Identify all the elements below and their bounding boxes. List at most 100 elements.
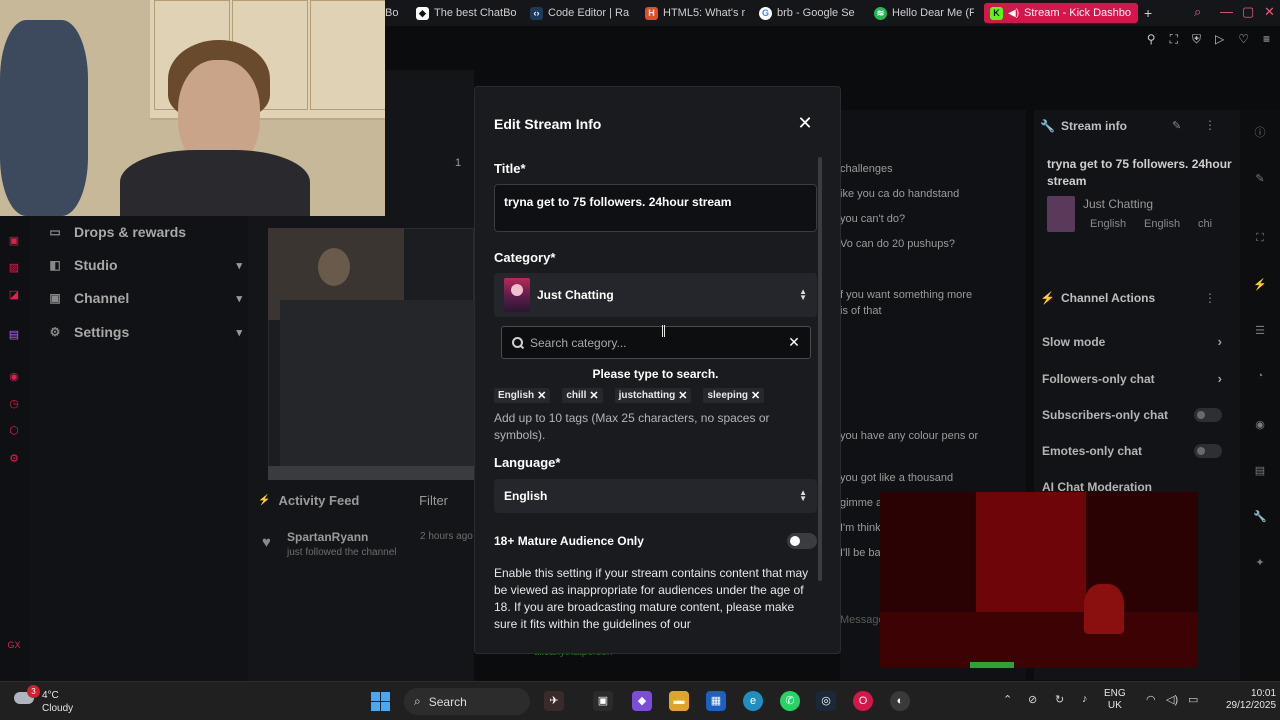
browser-tab[interactable]: H HTML5: What's r xyxy=(645,3,745,23)
channel-icon: ▣ xyxy=(49,291,61,305)
preview-taskbar xyxy=(268,466,474,480)
clear-search-button[interactable]: ✕ xyxy=(784,334,804,351)
maximize-button[interactable]: ▢ xyxy=(1242,4,1254,20)
remove-tag-icon[interactable]: ✕ xyxy=(678,389,687,402)
sidebar-item-settings[interactable]: ⚙ Settings ▾ xyxy=(46,321,242,343)
apps-icon[interactable]: ✦ xyxy=(1253,556,1267,570)
sidebar-item-studio[interactable]: ◧ Studio ▾ xyxy=(46,254,242,276)
pen-icon[interactable]: ✎ xyxy=(1253,172,1267,186)
remove-tag-icon[interactable]: ✕ xyxy=(751,389,760,402)
obs-icon[interactable]: ◐ xyxy=(890,691,910,711)
twitch-icon[interactable]: ▤ xyxy=(7,328,21,342)
game-video-overlay xyxy=(880,492,1198,668)
search-tabs-icon[interactable]: ⌕ xyxy=(1194,4,1201,20)
volume-icon[interactable]: ◁) xyxy=(1166,693,1178,706)
crop-icon[interactable]: ⛶ xyxy=(1253,232,1267,246)
wrench-icon[interactable]: 🔧 xyxy=(1253,510,1267,524)
gx-logo-icon: GX xyxy=(7,640,21,650)
rail-icon-c[interactable]: ◪ xyxy=(7,288,21,302)
preview-screen xyxy=(280,300,474,466)
modal-scrollbar[interactable] xyxy=(818,157,822,581)
settings-icon[interactable]: ⚙ xyxy=(7,452,21,466)
wifi-icon[interactable]: ◠ xyxy=(1146,693,1156,706)
browser-tab[interactable]: ≋ Hello Dear Me (F xyxy=(874,3,974,23)
close-window-button[interactable]: ✕ xyxy=(1264,4,1275,20)
tray-icon-a[interactable]: ⊘ xyxy=(1028,693,1037,706)
subscribers-only-item[interactable]: Subscribers-only chat xyxy=(1042,408,1222,422)
browser-tab[interactable]: ◆ The best ChatBo xyxy=(416,3,516,23)
followers-only-item[interactable]: Followers-only chat › xyxy=(1042,371,1222,386)
category-search-box: ✕ xyxy=(501,326,811,359)
chat-icon[interactable]: ◔ xyxy=(1253,370,1267,384)
subscribers-only-toggle[interactable] xyxy=(1194,408,1222,422)
mature-audience-toggle[interactable] xyxy=(787,533,817,549)
chevron-down-icon: ▾ xyxy=(236,326,242,339)
tray-icon-b[interactable]: ↻ xyxy=(1055,693,1064,706)
list-icon[interactable]: ☰ xyxy=(1253,324,1267,338)
pin-icon[interactable]: ⚲ xyxy=(1147,32,1156,47)
broadcast-icon[interactable]: ◉ xyxy=(1253,418,1267,432)
tag-chip: chill ✕ xyxy=(562,387,603,403)
emotes-only-toggle[interactable] xyxy=(1194,444,1222,458)
ai-moderation-item[interactable]: AI Chat Moderation xyxy=(1042,481,1222,492)
stream-title-input[interactable]: tryna get to 75 followers. 24hour stream xyxy=(494,184,817,232)
whatsapp-icon[interactable]: ✆ xyxy=(780,691,800,711)
bolt-icon[interactable]: ⚡ xyxy=(1253,278,1267,292)
new-tab-button[interactable]: + xyxy=(1144,3,1158,23)
edit-icon[interactable]: ✎ xyxy=(1172,119,1181,132)
store-icon[interactable]: ▦ xyxy=(706,691,726,711)
play-icon[interactable]: ▷ xyxy=(1215,32,1224,47)
browser-tab[interactable]: Bo xyxy=(385,3,399,23)
game-app-icon[interactable]: ✈ xyxy=(544,691,564,711)
remove-tag-icon[interactable]: ✕ xyxy=(589,389,598,402)
rail-icon-b[interactable]: ▨ xyxy=(7,261,21,275)
extensions-icon[interactable]: ⬡ xyxy=(7,424,21,438)
minimize-button[interactable]: — xyxy=(1220,4,1233,19)
shield-icon[interactable]: ⛨ xyxy=(1192,32,1201,47)
rail-icon-d[interactable]: ◉ xyxy=(7,370,21,384)
slow-mode-item[interactable]: Slow mode › xyxy=(1042,334,1222,349)
edge-icon[interactable]: e xyxy=(743,691,763,711)
language-indicator[interactable]: ENG UK xyxy=(1104,688,1126,712)
microphone-icon[interactable]: ♪ xyxy=(1082,693,1088,705)
browser-tab[interactable]: ‹› Code Editor | Ra xyxy=(530,3,630,23)
layout-icon[interactable]: ▤ xyxy=(1253,464,1267,478)
close-modal-button[interactable]: ✕ xyxy=(795,113,815,133)
category-select[interactable]: Just Chatting ▲ ▼ xyxy=(494,273,817,317)
taskbar-clock[interactable]: 10:01 29/12/2025 xyxy=(1226,688,1276,712)
history-icon[interactable]: ◷ xyxy=(7,397,21,411)
weather-widget[interactable]: 3 4°C Cloudy xyxy=(14,685,84,716)
file-explorer-icon[interactable]: ▬ xyxy=(669,691,689,711)
modal-title: Edit Stream Info xyxy=(494,116,602,132)
remove-tag-icon[interactable]: ✕ xyxy=(537,389,546,402)
copilot-icon[interactable]: ◆ xyxy=(632,691,652,711)
stream-info-tag: English xyxy=(1144,218,1181,230)
browser-tab-active[interactable]: K ◀) Stream - Kick Dashbo xyxy=(984,3,1138,23)
chevron-up-icon[interactable]: ⌃ xyxy=(1003,693,1012,706)
browser-tab[interactable]: G brb - Google Se xyxy=(759,3,859,23)
screenshot-icon[interactable]: ⛶ xyxy=(1170,32,1178,47)
rail-icon-a[interactable]: ▣ xyxy=(7,234,21,248)
sidebar-item-drops[interactable]: ▭ Drops & rewards xyxy=(46,221,242,243)
chat-message: Vo can do 20 pushups? xyxy=(840,238,955,250)
steam-icon[interactable]: ◎ xyxy=(816,691,836,711)
more-icon[interactable]: ⋮ xyxy=(1204,291,1216,305)
opera-gx-icon[interactable]: O xyxy=(853,691,873,711)
category-search-input[interactable] xyxy=(530,335,784,350)
battery-icon[interactable]: ▭ xyxy=(1188,693,1198,706)
activity-filter-button[interactable]: Filter xyxy=(419,493,448,508)
windows-start-button[interactable] xyxy=(371,692,390,711)
sidebar-item-channel[interactable]: ▣ Channel ▾ xyxy=(46,287,242,309)
language-value: English xyxy=(504,489,548,503)
language-select[interactable]: English ▲ ▼ xyxy=(494,479,817,513)
category-thumbnail xyxy=(1047,196,1075,232)
more-icon[interactable]: ⋮ xyxy=(1204,118,1216,132)
menu-icon[interactable]: ≡ xyxy=(1263,32,1270,47)
heart-icon[interactable]: ♡ xyxy=(1238,32,1249,47)
stream-info-tag: chi xyxy=(1198,218,1213,230)
task-view-icon[interactable]: ▣ xyxy=(593,691,613,711)
taskbar-search[interactable]: ⌕ Search xyxy=(404,688,530,715)
chat-message: ike you ca do handstand xyxy=(840,188,960,200)
emotes-only-item[interactable]: Emotes-only chat xyxy=(1042,444,1222,458)
info-icon[interactable]: ⓘ xyxy=(1253,124,1267,139)
